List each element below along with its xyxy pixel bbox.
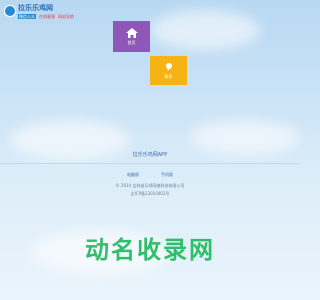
- desktop-version-link[interactable]: 电脑版: [127, 172, 139, 178]
- contact-tile-label: 联系: [164, 74, 173, 79]
- footer-links: 电脑版 手机版: [0, 172, 300, 178]
- contact-icon: [165, 63, 172, 71]
- logo-icon: [4, 5, 16, 17]
- mobile-version-link[interactable]: 手机版: [161, 172, 173, 178]
- logo-tags: 微信公众 在线客服 网站导航: [18, 14, 74, 19]
- icp-license-text: 吉ICP备13010002号: [130, 191, 170, 196]
- logo-tag: 在线客服: [39, 14, 55, 19]
- app-download-link[interactable]: 拉乐乐鸡网APP: [0, 151, 300, 158]
- home-tile-label: 首页: [127, 40, 136, 45]
- background-cloud: [190, 120, 300, 155]
- watermark-text: 动名收录网: [85, 236, 215, 264]
- home-icon: [125, 28, 138, 38]
- home-tile-button[interactable]: 首页: [113, 21, 150, 52]
- logo-text: 拉乐乐鸡网 微信公众 在线客服 网站导航: [18, 4, 74, 19]
- contact-tile-button[interactable]: 联系: [150, 56, 187, 85]
- logo-tag: 微信公众: [18, 14, 36, 19]
- copyright-text: © 2014 吉林省乐鸡网络科技有限公司: [115, 183, 185, 188]
- logo-tag: 网站导航: [58, 14, 74, 19]
- footer-divider: [0, 163, 300, 164]
- logo-title: 拉乐乐鸡网: [18, 4, 53, 12]
- site-logo[interactable]: 拉乐乐鸡网 微信公众 在线客服 网站导航: [4, 4, 74, 19]
- background-cloud: [150, 10, 260, 50]
